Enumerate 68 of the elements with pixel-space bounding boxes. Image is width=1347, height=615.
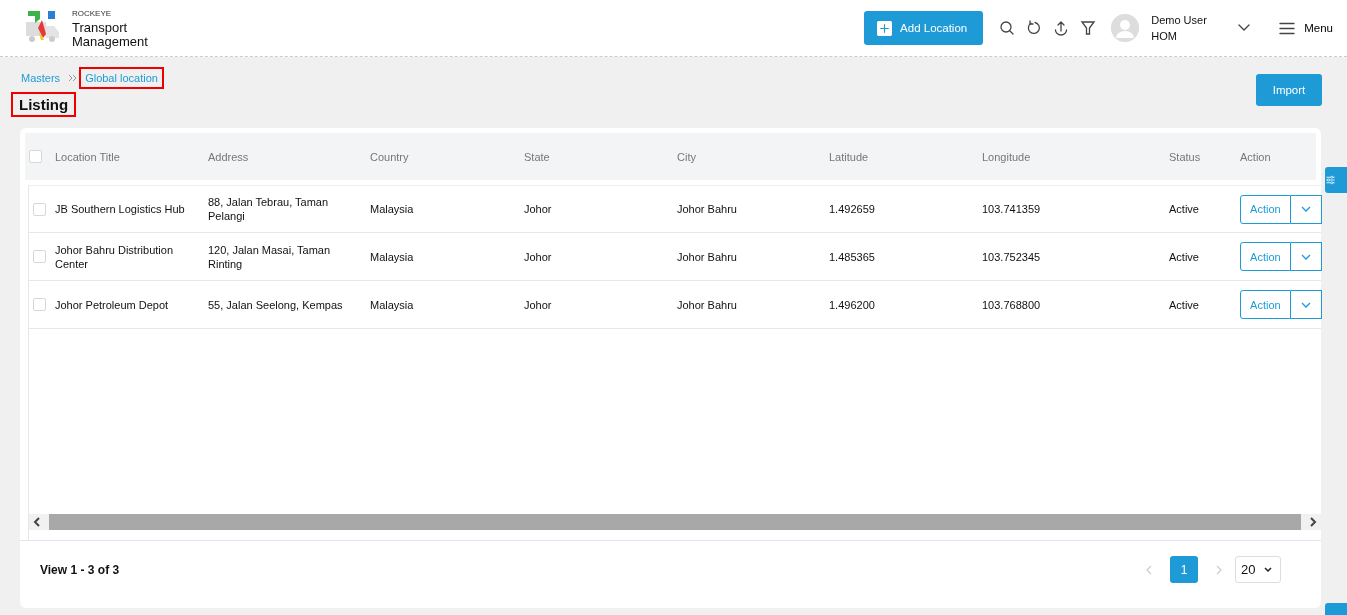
table-cell-text: Active	[1169, 202, 1200, 216]
breadcrumb-link[interactable]: Global location	[81, 69, 162, 87]
table-cell-text: 103.752345	[982, 249, 1042, 264]
menu-icon	[1279, 21, 1296, 35]
select-all-checkbox[interactable]	[29, 150, 42, 163]
action-button[interactable]: Action	[1240, 194, 1291, 224]
column-header: State	[523, 150, 551, 163]
app-title: Management	[72, 35, 148, 49]
column-header: City	[676, 150, 697, 163]
chevron-right-icon	[68, 74, 78, 82]
settings-tab[interactable]	[1325, 167, 1347, 193]
table-cell-text: 88, Jalan Tebrau, Taman Pelangi	[208, 195, 330, 223]
page-title: Listing	[13, 94, 75, 115]
column-header: Longitude	[981, 150, 1032, 163]
action-button[interactable]: Action	[1240, 242, 1291, 271]
table-cell-text: Active	[1169, 297, 1200, 312]
table-cell-text: Malaysia	[370, 249, 415, 264]
refresh-icon[interactable]	[1026, 20, 1043, 36]
column-header: Status	[1168, 150, 1202, 163]
plus-icon	[877, 20, 893, 36]
column-header: Country	[369, 150, 410, 163]
menu-button[interactable]: Menu	[1279, 21, 1333, 35]
scrollbar-thumb[interactable]	[49, 514, 1301, 530]
breadcrumb-link[interactable]: Masters	[17, 69, 65, 87]
table-cell-text: Johor	[524, 249, 553, 264]
add-location-button[interactable]: Add Location	[864, 11, 984, 45]
table-cell-text: Johor Bahru	[677, 297, 738, 312]
table-cell-text: Active	[1169, 249, 1200, 264]
import-button[interactable]: Import	[1256, 74, 1322, 106]
upload-icon[interactable]	[1053, 20, 1070, 36]
page-size-select[interactable]: 20	[1235, 556, 1281, 583]
action-button[interactable]: Action	[1240, 290, 1291, 319]
column-header: Location Title	[54, 150, 121, 163]
dropdown-button[interactable]	[1290, 242, 1322, 271]
row-checkbox[interactable]	[33, 250, 46, 263]
row-checkbox[interactable]	[33, 298, 46, 311]
table-cell-text: Malaysia	[370, 202, 415, 216]
table-cell-text: Malaysia	[370, 297, 415, 312]
table-cell-text: 1.496200	[829, 297, 876, 312]
table-cell-text: Johor Petroleum Depot	[55, 297, 170, 312]
page-size-value: 20	[1241, 562, 1256, 577]
table-cell-text: 1.485365	[829, 249, 876, 264]
table-cell-text: Johor Bahru	[677, 202, 738, 216]
table-cell-text: Johor Bahru Distribution Center	[55, 242, 174, 271]
table-cell-text: 55, Jalan Seelong, Kempas	[208, 297, 344, 312]
table-cell-text: JB Southern Logistics Hub	[55, 202, 186, 216]
dropdown-button[interactable]	[1290, 194, 1322, 224]
table-cell-text: 103.768800	[982, 297, 1042, 312]
column-header: Address	[207, 150, 250, 163]
column-header: Action	[1239, 150, 1272, 163]
table-cell-text: Johor Bahru	[677, 249, 738, 264]
filter-icon[interactable]	[1080, 20, 1097, 36]
table-cell-text: 1.492659	[829, 202, 876, 216]
row-checkbox[interactable]	[33, 202, 46, 216]
table-cell-text: Johor	[524, 202, 553, 216]
app-title: Transport	[72, 21, 129, 35]
record-count: View 1 - 3 of 3	[40, 562, 121, 577]
caret-icon[interactable]	[1237, 23, 1252, 33]
table-cell-text: 120, Jalan Masai, Taman Rinting	[208, 242, 332, 271]
table-cell-text: Johor	[524, 297, 553, 312]
page-button[interactable]: 1	[1170, 556, 1198, 583]
user-name: Demo User	[1151, 13, 1208, 28]
table-cell-text: 103.741359	[982, 202, 1042, 216]
search-icon[interactable]	[999, 20, 1016, 36]
brand-name: ROCKEYE	[72, 8, 113, 20]
column-header: Latitude	[828, 150, 870, 163]
user-role: HOM	[1151, 29, 1178, 44]
dropdown-button[interactable]	[1290, 290, 1322, 319]
